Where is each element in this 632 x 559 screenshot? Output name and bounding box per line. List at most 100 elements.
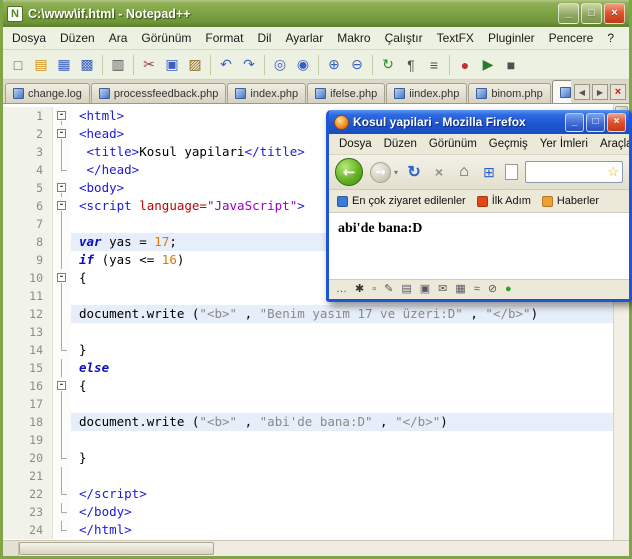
npp-menu-pencere[interactable]: Pencere xyxy=(542,28,601,48)
save-icon[interactable]: ▦ xyxy=(53,54,75,76)
image-tool-icon[interactable]: ▦ xyxy=(455,284,465,295)
npp-menu-textfx[interactable]: TextFX xyxy=(430,28,481,48)
block-icon[interactable]: ⊘ xyxy=(488,284,497,295)
script-icon[interactable]: ≈ xyxy=(474,284,480,295)
code-line[interactable]: } xyxy=(71,449,629,467)
notepad-titlebar[interactable]: N C:\www\if.html - Notepad++ _ □ × xyxy=(3,0,629,27)
npp-menu-ara[interactable]: Ara xyxy=(102,28,135,48)
close-button[interactable]: × xyxy=(604,3,625,24)
code-line[interactable] xyxy=(71,431,629,449)
npp-menu-?[interactable]: ? xyxy=(600,28,621,48)
firefox-menu-gorunum[interactable]: Görünüm xyxy=(423,136,483,152)
code-line[interactable] xyxy=(71,467,629,485)
maximize-button[interactable]: □ xyxy=(581,3,602,24)
bookmarks-grid-icon[interactable]: ⊞ xyxy=(480,162,498,182)
new-file-icon[interactable]: □ xyxy=(7,54,29,76)
code-line[interactable] xyxy=(71,323,629,341)
replace-icon[interactable]: ◉ xyxy=(292,54,314,76)
stop-icon[interactable]: × xyxy=(430,162,448,182)
tab-scroll-right-button[interactable]: ▶ xyxy=(592,84,608,100)
minimize-button[interactable]: _ xyxy=(558,3,579,24)
code-line[interactable]: </script> xyxy=(71,485,629,503)
tab-index-php[interactable]: index.php xyxy=(227,83,307,103)
tab-if-html[interactable]: if.html xyxy=(551,80,571,103)
copy-icon[interactable]: ▣ xyxy=(161,54,183,76)
code-line[interactable]: else xyxy=(71,359,629,377)
firefox-menu-yer-imleri[interactable]: Yer İmleri xyxy=(534,136,594,152)
record-macro-icon[interactable]: ● xyxy=(454,54,476,76)
edit-icon[interactable]: ✎ xyxy=(384,284,393,295)
bookmark-en-cok-ziyaret-edilenler[interactable]: En çok ziyaret edilenler xyxy=(337,195,466,207)
overflow-icon[interactable]: … xyxy=(336,284,347,295)
code-line[interactable]: { xyxy=(71,377,629,395)
history-dropdown-icon[interactable]: ▾ xyxy=(394,168,398,177)
firefox-menu-dosya[interactable]: Dosya xyxy=(333,136,378,152)
npp-menu-duzen[interactable]: Düzen xyxy=(53,28,102,48)
npp-menu-gorunum[interactable]: Görünüm xyxy=(134,28,198,48)
fold-collapse-icon[interactable]: - xyxy=(57,201,66,210)
firefox-menu-duzen[interactable]: Düzen xyxy=(378,136,423,152)
code-line[interactable] xyxy=(71,395,629,413)
home-icon[interactable]: ⌂ xyxy=(455,162,473,182)
code-line[interactable]: document.write ("<b>" , "Benim yasım 17 … xyxy=(71,305,629,323)
tab-scroll-left-button[interactable]: ◀ xyxy=(574,84,590,100)
save-all-icon[interactable]: ▩ xyxy=(76,54,98,76)
tab-change-log[interactable]: change.log xyxy=(5,83,90,103)
firefox-maximize-button[interactable]: □ xyxy=(586,112,605,132)
tab-binom-php[interactable]: binom.php xyxy=(468,83,551,103)
bookmark-haberler[interactable]: Haberler xyxy=(541,195,599,207)
bookmark-star-icon[interactable]: ☆ xyxy=(607,164,619,180)
show-symbols-icon[interactable]: ≡ xyxy=(423,54,445,76)
refresh-icon[interactable]: ↻ xyxy=(405,162,423,182)
find-icon[interactable]: ◎ xyxy=(269,54,291,76)
npp-menu-pluginler[interactable]: Pluginler xyxy=(481,28,542,48)
forward-button[interactable]: → xyxy=(370,161,391,183)
fold-collapse-icon[interactable]: - xyxy=(57,129,66,138)
cut-icon[interactable]: ✂ xyxy=(138,54,160,76)
tab-processfeedback-php[interactable]: processfeedback.php xyxy=(90,83,227,103)
back-button[interactable]: ← xyxy=(335,158,363,186)
fold-collapse-icon[interactable]: - xyxy=(57,111,66,120)
npp-menu-dil[interactable]: Dil xyxy=(250,28,278,48)
horizontal-scrollbar[interactable] xyxy=(3,540,629,556)
firefox-menu-araclar[interactable]: Araçlar xyxy=(594,136,629,152)
firefox-titlebar[interactable]: Kosul yapilari - Mozilla Firefox _ □ × xyxy=(329,110,629,134)
print-icon[interactable]: ▥ xyxy=(107,54,129,76)
fold-collapse-icon[interactable]: - xyxy=(57,381,66,390)
firefox-close-button[interactable]: × xyxy=(607,112,626,132)
play-macro-icon[interactable]: ▶ xyxy=(477,54,499,76)
code-line[interactable]: document.write ("<b>" , "abi'de bana:D" … xyxy=(71,413,629,431)
tab-ifelse-php[interactable]: ifelse.php xyxy=(307,83,386,103)
extension-icon[interactable]: ✱ xyxy=(355,284,364,295)
zoom-out-icon[interactable]: ⊖ xyxy=(346,54,368,76)
fold-collapse-icon[interactable]: - xyxy=(57,273,66,282)
bookmark-ilk-adim[interactable]: İlk Adım xyxy=(476,195,531,207)
firefox-minimize-button[interactable]: _ xyxy=(565,112,584,132)
panel-icon[interactable]: ▤ xyxy=(401,284,411,295)
page-tool-icon[interactable]: ▫ xyxy=(372,284,376,295)
redo-icon[interactable]: ↷ xyxy=(238,54,260,76)
fold-collapse-icon[interactable]: - xyxy=(57,183,66,192)
npp-menu-makro[interactable]: Makro xyxy=(330,28,377,48)
code-line[interactable]: </body> xyxy=(71,503,629,521)
npp-menu-calistir[interactable]: Çalıştır xyxy=(378,28,430,48)
npp-menu-ayarlar[interactable]: Ayarlar xyxy=(278,28,330,48)
stop-macro-icon[interactable]: ■ xyxy=(500,54,522,76)
scrollbar-corner-box[interactable] xyxy=(3,541,19,556)
open-folder-icon[interactable]: ▤ xyxy=(30,54,52,76)
paste-icon[interactable]: ▨ xyxy=(184,54,206,76)
firefox-menu-gecmis[interactable]: Geçmiş xyxy=(483,136,534,152)
code-line[interactable]: } xyxy=(71,341,629,359)
npp-menu-format[interactable]: Format xyxy=(198,28,250,48)
address-bar[interactable]: ☆ xyxy=(525,161,623,183)
mail-icon[interactable]: ✉ xyxy=(438,284,447,295)
word-wrap-icon[interactable]: ¶ xyxy=(400,54,422,76)
horizontal-scrollbar-thumb[interactable] xyxy=(19,542,214,555)
code-line[interactable]: </html> xyxy=(71,521,629,539)
horizontal-scrollbar-track[interactable] xyxy=(19,541,629,556)
tab-iindex-php[interactable]: iindex.php xyxy=(386,83,468,103)
sync-icon[interactable]: ↻ xyxy=(377,54,399,76)
close-document-button[interactable]: × xyxy=(610,84,626,100)
status-ok-icon[interactable]: ● xyxy=(505,284,512,295)
disk-icon[interactable]: ▣ xyxy=(420,284,430,295)
